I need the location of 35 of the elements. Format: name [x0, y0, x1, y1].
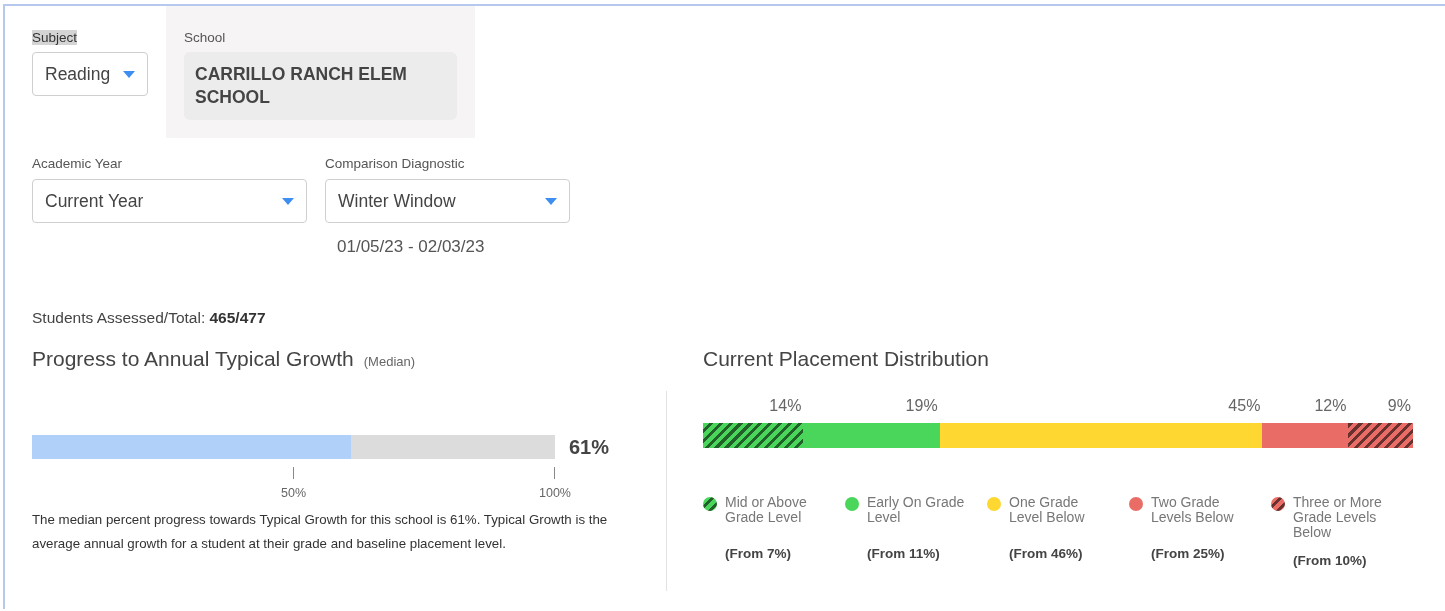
field-label: Academic Year: [32, 156, 124, 171]
legend-label: One Grade Level Below: [1009, 495, 1086, 527]
legend-from-value: (From 25%): [1151, 545, 1226, 563]
legend-from-value: (From 7%): [725, 545, 792, 563]
field-label: Comparison Diagnostic: [325, 156, 466, 171]
tick-label: 100%: [539, 486, 571, 500]
percent-label: 19%: [905, 397, 938, 414]
caret-icon: [282, 197, 294, 205]
section-title: Current Placement Distribution: [703, 347, 990, 371]
legend-label: Three or More Grade Levels Below: [1293, 495, 1383, 540]
school-field: CARRILLO RANCH ELEM SCHOOL: [184, 52, 457, 120]
date-range: 01/05/23 - 02/03/23: [336, 237, 486, 257]
field-label: Subject: [32, 30, 78, 45]
percent-label: 9%: [1387, 397, 1411, 414]
tick-label: 50%: [281, 486, 306, 500]
students-assessed-text: Students Assessed/Total: 465/477: [32, 309, 267, 327]
legend-label: Two Grade Levels Below: [1151, 495, 1235, 527]
description-text: The median percent progress towards Typical Growth for this school is 61%. Typical Growth is the average annual growth for a student at their grade and baseline placement level.: [32, 511, 609, 553]
subject-dropdown[interactable]: Reading: [32, 52, 148, 96]
caret-icon: [545, 197, 557, 205]
legend-from-value: (From 46%): [1009, 545, 1084, 563]
progress-value: 61%: [569, 435, 610, 459]
legend-label: Early On Grade Level: [867, 495, 966, 527]
comparison-diagnostic-dropdown[interactable]: Winter Window: [325, 179, 570, 223]
field-label: School: [184, 30, 227, 45]
percent-label: 14%: [769, 397, 802, 414]
legend-label: Mid or Above Grade Level: [725, 495, 808, 527]
section-title: Progress to Annual Typical Growth: [32, 347, 354, 370]
percent-label: 45%: [1228, 397, 1261, 414]
caret-icon: [123, 70, 135, 78]
section-subtitle: (Median): [363, 354, 416, 369]
academic-year-dropdown[interactable]: Current Year: [32, 179, 307, 223]
legend-from-value: (From 11%): [867, 545, 941, 563]
legend-from-value: (From 10%): [1293, 553, 1368, 568]
percent-label: 12%: [1314, 397, 1347, 414]
